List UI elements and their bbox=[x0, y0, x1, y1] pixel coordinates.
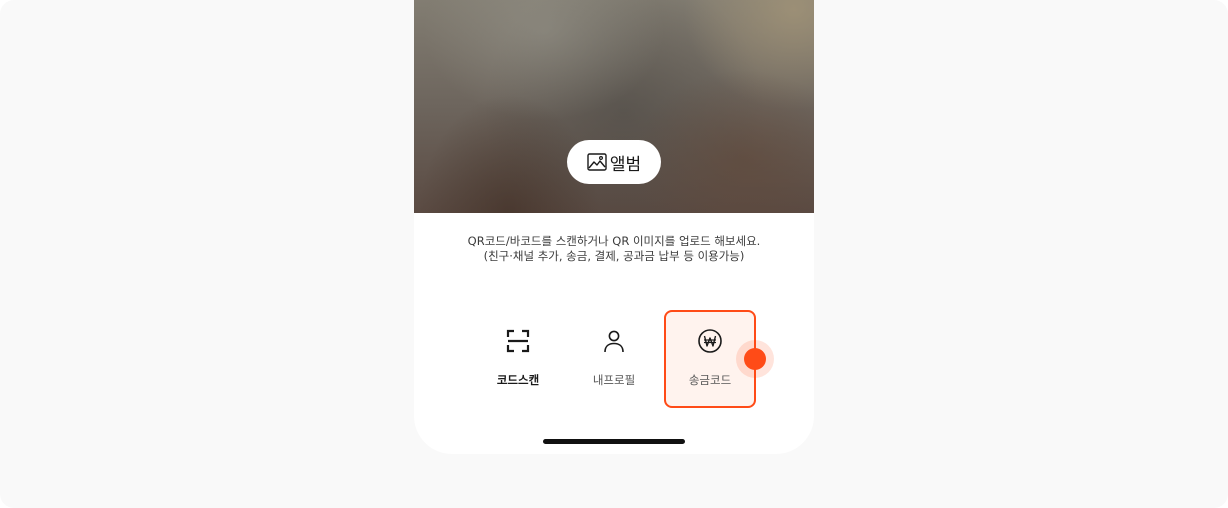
mode-my-profile-label: 내프로필 bbox=[592, 373, 636, 387]
scan-instructions: QR코드/바코드를 스캔하거나 QR 이미지를 업로드 해보세요. (친구·채널… bbox=[414, 234, 814, 264]
mode-my-profile[interactable]: 내프로필 bbox=[568, 310, 660, 408]
photo-icon bbox=[587, 153, 607, 171]
touch-indicator-dot bbox=[744, 348, 766, 370]
instruction-line-2: (친구·채널 추가, 송금, 결제, 공과금 납부 등 이용가능) bbox=[483, 249, 745, 263]
mode-transfer-code-label: 송금코드 bbox=[688, 373, 732, 387]
person-icon bbox=[568, 328, 660, 354]
phone-screen: 앨범 QR코드/바코드를 스캔하거나 QR 이미지를 업로드 해보세요. (친구… bbox=[414, 0, 814, 454]
album-label: 앨범 bbox=[609, 154, 642, 175]
screen: 앨범 QR코드/바코드를 스캔하거나 QR 이미지를 업로드 해보세요. (친구… bbox=[0, 0, 1228, 508]
instruction-line-1: QR코드/바코드를 스캔하거나 QR 이미지를 업로드 해보세요. bbox=[467, 234, 761, 248]
home-indicator bbox=[543, 439, 685, 444]
scan-frame-icon bbox=[472, 328, 564, 354]
camera-preview: 앨범 bbox=[414, 0, 814, 213]
mode-code-scan-label: 코드스캔 bbox=[496, 373, 540, 387]
album-button[interactable]: 앨범 bbox=[567, 140, 661, 184]
mode-code-scan[interactable]: 코드스캔 bbox=[472, 310, 564, 408]
